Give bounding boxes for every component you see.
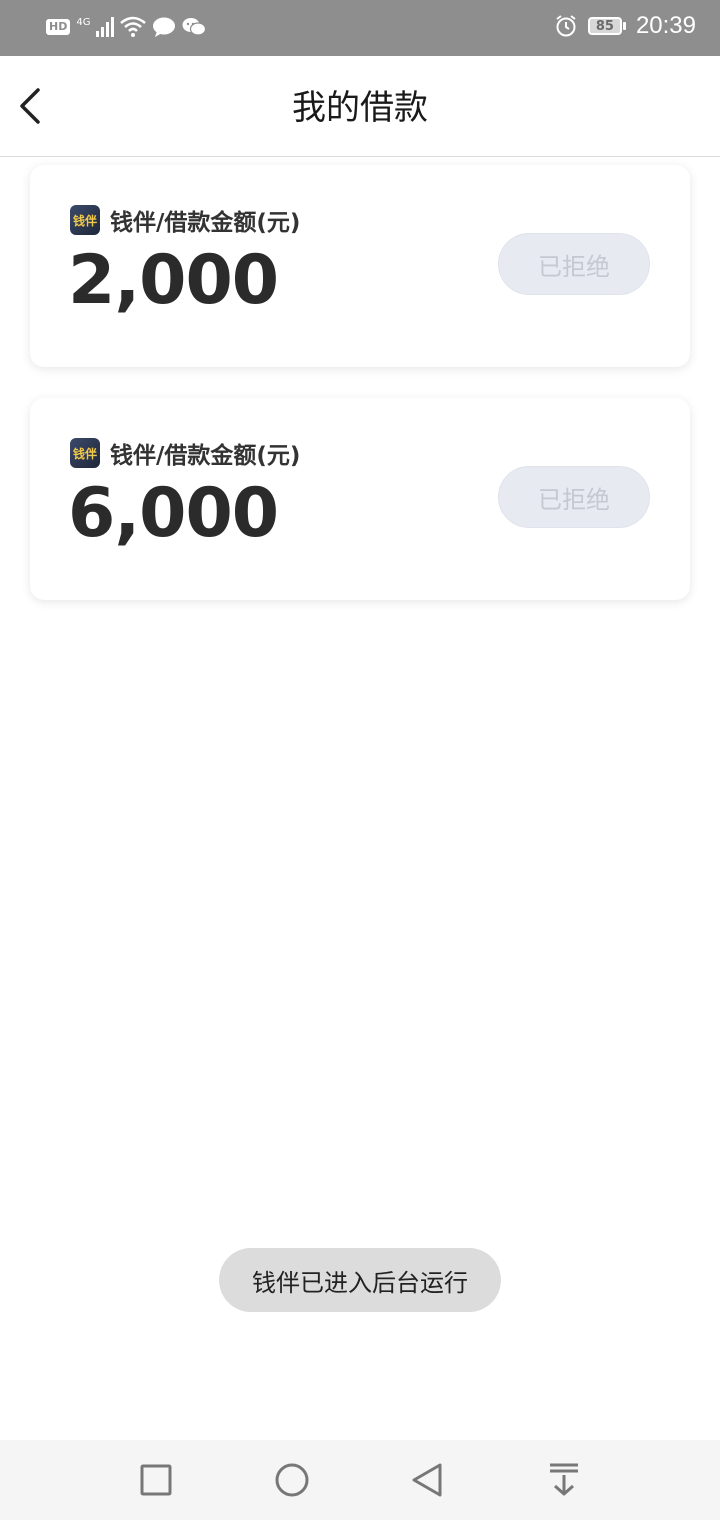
chat-bubble-icon (153, 17, 176, 37)
loan-amount: 2,000 (68, 241, 279, 320)
hd-badge: HD (46, 19, 71, 35)
loan-amount-label: 钱伴/借款金额(元) (110, 443, 301, 469)
loan-card[interactable]: 钱伴 钱伴/借款金额(元) 2,000 已拒绝 (30, 165, 690, 367)
navigation-bar (0, 1440, 720, 1520)
notification-pulldown-button[interactable] (544, 1460, 584, 1500)
loan-amount: 6,000 (68, 474, 279, 553)
battery-level: 85 (587, 17, 622, 35)
battery-indicator: 85 (587, 17, 626, 35)
clock: 20:39 (635, 12, 696, 39)
page-title: 我的借款 (292, 88, 428, 128)
home-button[interactable] (272, 1460, 312, 1500)
wifi-icon (120, 16, 147, 37)
recent-apps-button[interactable] (136, 1460, 176, 1500)
app-logo-icon: 钱伴 (70, 438, 100, 468)
status-badge[interactable]: 已拒绝 (498, 466, 650, 528)
wechat-icon (182, 18, 207, 36)
alarm-icon (556, 15, 576, 37)
signal-icon (96, 17, 115, 37)
toast-message: 钱伴已进入后台运行 (219, 1248, 501, 1312)
loan-label-row: 钱伴 钱伴/借款金额(元) (70, 436, 300, 470)
back-nav-button[interactable] (408, 1460, 448, 1500)
network-type: 4G (76, 17, 91, 28)
square-icon (140, 1464, 172, 1496)
app-header: 我的借款 (0, 56, 720, 157)
loan-card[interactable]: 钱伴 钱伴/借款金额(元) 6,000 已拒绝 (30, 398, 690, 600)
status-left: HD 4G (46, 16, 207, 38)
status-right: 85 20:39 (554, 12, 696, 40)
loan-label-row: 钱伴 钱伴/借款金额(元) (70, 203, 300, 237)
triangle-back-icon (412, 1463, 442, 1497)
app-logo-icon: 钱伴 (70, 205, 100, 235)
download-arrow-icon (550, 1463, 578, 1496)
circle-icon (275, 1463, 309, 1497)
loan-amount-label: 钱伴/借款金额(元) (110, 210, 301, 236)
status-badge[interactable]: 已拒绝 (498, 233, 650, 295)
status-bar: HD 4G 85 20:39 (0, 0, 720, 56)
